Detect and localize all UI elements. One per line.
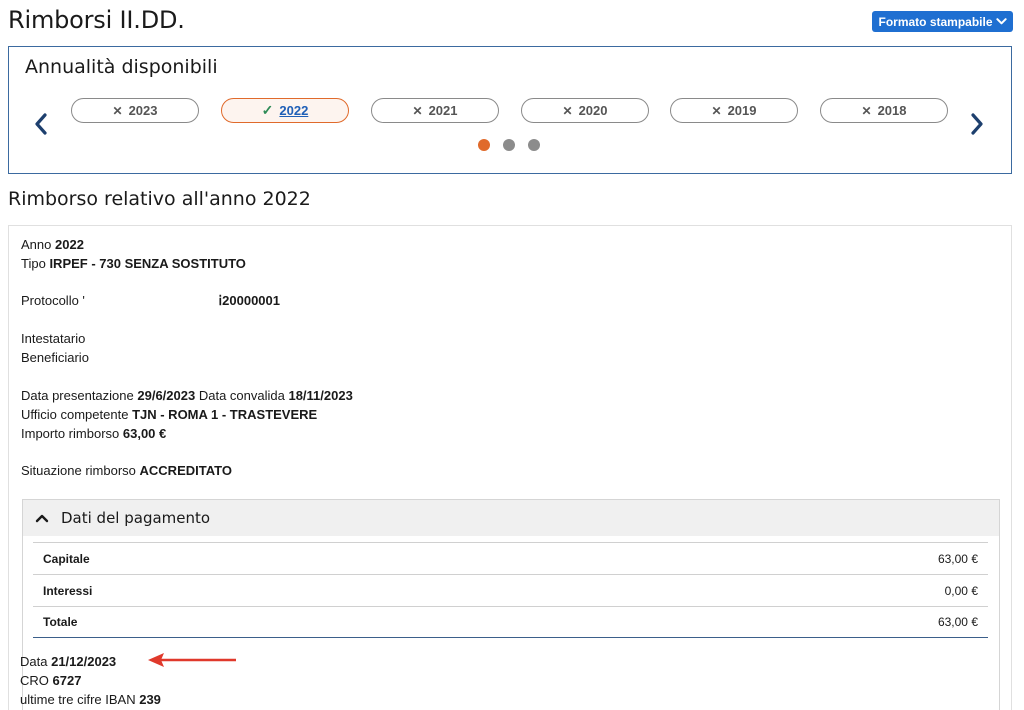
refund-section-title: Rimborso relativo all'anno 2022 [8,188,311,210]
data-convalida-value: 18/11/2023 [288,388,353,403]
importo-line: Importo rimborso 63,00 € [21,426,166,441]
year-tab-2019[interactable]: ✕ 2019 [670,98,798,123]
situazione-line: Situazione rimborso ACCREDITATO [21,463,232,478]
payment-title: Dati del pagamento [61,509,211,527]
year-tab-label: 2022 [279,103,309,118]
year-tab-label: 2020 [578,103,608,118]
row-label: Capitale [43,551,90,566]
year-tab-2023[interactable]: ✕ 2023 [71,98,199,123]
iban-line: ultime tre cifre IBAN 239 [12,692,161,707]
payment-table: Capitale 63,00 € Interessi 0,00 € Totale… [33,542,988,638]
carousel-pagination [478,139,540,151]
check-icon: ✓ [261,102,274,118]
print-format-label: Formato stampabile [878,14,993,29]
payment-date-label: Data [20,654,48,669]
next-years-button[interactable] [966,111,988,137]
cro-line: CRO 6727 [12,673,81,688]
prev-years-button[interactable] [30,111,52,137]
payment-date-value: 21/12/2023 [51,654,117,669]
anno-line: Anno 2022 [21,237,84,252]
close-icon: ✕ [412,103,423,118]
ufficio-label: Ufficio competente [21,407,129,422]
year-tab-2021[interactable]: ✕ 2021 [371,98,499,123]
data-convalida-label: Data convalida [198,388,285,403]
table-row: Interessi 0,00 € [33,574,988,606]
chevron-down-icon [995,18,1007,25]
ufficio-value: TJN - ROMA 1 - TRASTEVERE [132,407,318,422]
table-row: Capitale 63,00 € [33,542,988,574]
situazione-value: ACCREDITATO [139,463,232,478]
cro-label: CRO [20,673,49,688]
tipo-line: Tipo IRPEF - 730 SENZA SOSTITUTO [21,256,246,271]
anno-label: Anno [21,237,52,252]
year-tab-2022[interactable]: ✓ 2022 [221,98,349,123]
tipo-value: IRPEF - 730 SENZA SOSTITUTO [49,256,246,271]
cro-value: 6727 [52,673,82,688]
carousel-dot-2[interactable] [503,139,515,151]
intestatario-label: Intestatario [21,331,86,346]
protocollo-line: Protocollo ' ⅰ20000001 [21,293,280,309]
year-tab-label: 2018 [877,103,907,118]
ufficio-line: Ufficio competente TJN - ROMA 1 - TRASTE… [21,407,317,422]
annotation-arrow-icon [148,653,236,667]
close-icon: ✕ [861,103,872,118]
years-title: Annualità disponibili [25,56,218,78]
year-tab-label: 2023 [128,103,158,118]
year-tab-2020[interactable]: ✕ 2020 [521,98,649,123]
carousel-dot-3[interactable] [528,139,540,151]
table-row: Totale 63,00 € [33,606,988,638]
years-panel: Annualità disponibili ✕ 2023 ✓ 2022 ✕ 20… [8,46,1012,174]
anno-value: 2022 [55,237,84,252]
row-value: 63,00 € [937,615,978,629]
protocollo-value: ⅰ20000001 [218,293,280,308]
row-value: 0,00 € [944,583,978,598]
situazione-label: Situazione rimborso [21,463,136,478]
payment-accordion-header[interactable]: Dati del pagamento [23,500,999,536]
iban-label: ultime tre cifre IBAN [20,692,136,707]
beneficiario-label: Beneficiario [21,350,89,365]
tipo-label: Tipo [21,256,46,271]
carousel-dot-1[interactable] [478,139,490,151]
dates-line: Data presentazione 29/6/2023 Data conval… [21,388,353,403]
year-tab-label: 2021 [428,103,458,118]
row-value: 63,00 € [937,551,978,566]
close-icon: ✕ [562,103,573,118]
payment-panel: Dati del pagamento Capitale 63,00 € Inte… [22,499,1000,710]
row-label: Interessi [43,583,93,598]
data-presentazione-label: Data presentazione [21,388,134,403]
chevron-left-icon [35,113,47,135]
importo-value: 63,00 € [122,426,167,441]
page-title: Rimborsi II.DD. [8,6,185,34]
year-tab-label: 2019 [727,103,757,118]
refund-details: Anno 2022 Tipo IRPEF - 730 SENZA SOSTITU… [8,225,1012,710]
data-presentazione-value: 29/6/2023 [137,388,196,403]
close-icon: ✕ [711,103,722,118]
year-tab-2018[interactable]: ✕ 2018 [820,98,948,123]
iban-value: 239 [139,692,161,707]
row-label: Totale [43,615,78,629]
close-icon: ✕ [112,103,123,118]
chevron-up-icon [35,514,49,523]
chevron-right-icon [971,113,983,135]
payment-date-line: Data 21/12/2023 [12,654,116,669]
protocollo-label: Protocollo ' [21,293,85,308]
importo-label: Importo rimborso [21,426,120,441]
print-format-button[interactable]: Formato stampabile [872,11,1013,32]
